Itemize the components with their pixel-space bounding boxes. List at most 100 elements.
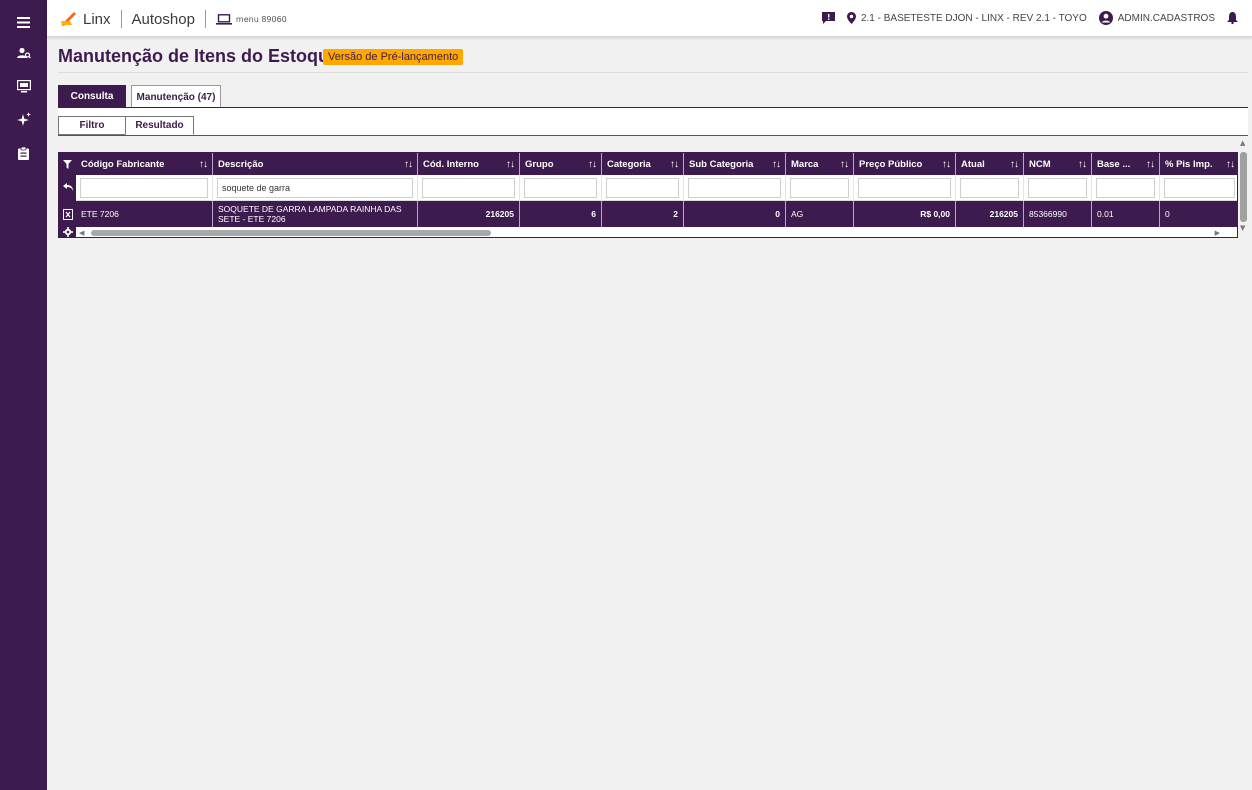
sort-icon[interactable]: ↑↓ — [199, 159, 208, 170]
notifications-button[interactable] — [1227, 12, 1238, 24]
horizontal-scrollbar[interactable]: ◀ ▶ — [76, 227, 1236, 237]
laptop-icon — [215, 13, 232, 25]
vertical-scroll-thumb[interactable] — [1240, 152, 1247, 222]
cell-cod-interno[interactable]: 216205 — [418, 201, 520, 227]
export-excel-icon[interactable] — [59, 207, 76, 221]
scroll-right-icon[interactable]: ▶ — [1215, 229, 1220, 237]
cell-preco-publico[interactable]: R$ 0,00 — [854, 201, 956, 227]
filter-input[interactable] — [606, 178, 679, 198]
filter-input[interactable] — [80, 178, 208, 198]
cell-atual[interactable]: 216205 — [956, 201, 1024, 227]
horizontal-scroll-thumb[interactable] — [91, 230, 491, 236]
sort-icon[interactable]: ↑↓ — [1010, 159, 1019, 170]
sort-icon[interactable]: ↑↓ — [506, 159, 515, 170]
cell-categoria[interactable]: 2 — [602, 201, 684, 227]
subtab-resultado[interactable]: Resultado — [125, 116, 194, 135]
top-right-info: 2.1 - BASETESTE DJON - LINX - REV 2.1 - … — [810, 9, 1238, 27]
filter-input[interactable] — [1096, 178, 1155, 198]
environment-selector[interactable]: 2.1 - BASETESTE DJON - LINX - REV 2.1 - … — [846, 12, 1087, 24]
filter-input[interactable] — [1164, 178, 1235, 198]
filter-cell — [1092, 175, 1160, 201]
sort-icon[interactable]: ↑↓ — [1078, 159, 1087, 170]
column-header[interactable]: Cód. Interno ↑↓ — [418, 153, 520, 175]
results-grid: Código Fabricante ↑↓ Descrição ↑↓ Cód. Int… — [58, 152, 1238, 238]
filter-cell — [1024, 175, 1092, 201]
column-header[interactable]: Grupo ↑↓ — [520, 153, 602, 175]
location-pin-icon — [846, 12, 856, 24]
bell-icon — [1227, 12, 1238, 24]
sort-icon[interactable]: ↑↓ — [772, 159, 781, 170]
cell-pis-imp[interactable]: 0 — [1160, 201, 1237, 227]
tab-consulta[interactable]: Consulta — [58, 85, 126, 108]
filter-input[interactable] — [960, 178, 1019, 198]
sort-icon[interactable]: ↑↓ — [1226, 159, 1235, 170]
table-row[interactable]: ETE 7206 SOQUETE DE GARRA LAMPADA RAINHA… — [76, 201, 1237, 227]
message-alert-icon — [821, 12, 835, 24]
filter-input[interactable] — [790, 178, 849, 198]
column-header[interactable]: NCM ↑↓ — [1024, 153, 1092, 175]
column-header[interactable]: Base ... ↑↓ — [1092, 153, 1160, 175]
sort-icon[interactable]: ↑↓ — [404, 159, 413, 170]
filter-icon[interactable] — [59, 157, 76, 171]
filter-cell — [602, 175, 684, 201]
column-header[interactable]: Descrição ↑↓ — [213, 153, 418, 175]
product-name: Autoshop — [131, 10, 195, 28]
filter-input[interactable] — [1028, 178, 1087, 198]
filter-input[interactable] — [858, 178, 951, 198]
subtab-filtro[interactable]: Filtro — [58, 116, 126, 135]
clipboard-icon[interactable] — [0, 141, 47, 165]
monitor-icon[interactable] — [0, 74, 47, 98]
brand-name: Linx — [83, 10, 111, 28]
column-header[interactable]: Sub Categoria ↑↓ — [684, 153, 786, 175]
sparkles-icon[interactable] — [0, 107, 47, 131]
sort-icon[interactable]: ↑↓ — [840, 159, 849, 170]
tab-manutencao[interactable]: Manutenção (47) — [131, 85, 221, 108]
brand: Linx Autoshop menu 89060 — [61, 9, 287, 29]
cell-marca[interactable]: AG — [786, 201, 854, 227]
user-search-icon[interactable] — [0, 41, 47, 65]
filter-input-descricao[interactable]: soquete de garra — [217, 178, 413, 198]
filter-cell: soquete de garra — [213, 175, 418, 201]
column-header[interactable]: Marca ↑↓ — [786, 153, 854, 175]
feedback-button[interactable] — [821, 12, 835, 24]
column-header[interactable]: Código Fabricante ↑↓ — [76, 153, 213, 175]
vertical-scrollbar[interactable]: ▲ ▼ — [1238, 138, 1250, 238]
brand-divider — [120, 10, 122, 28]
undo-icon[interactable] — [59, 180, 76, 194]
column-header[interactable]: Atual ↑↓ — [956, 153, 1024, 175]
column-header[interactable]: Categoria ↑↓ — [602, 153, 684, 175]
cell-grupo[interactable]: 6 — [520, 201, 602, 227]
settings-gear-icon[interactable] — [59, 225, 76, 237]
column-label: Categoria — [607, 158, 651, 170]
column-header[interactable]: Preço Público ↑↓ — [854, 153, 956, 175]
sort-icon[interactable]: ↑↓ — [942, 159, 951, 170]
filter-input[interactable] — [524, 178, 597, 198]
filter-input[interactable] — [422, 178, 515, 198]
sort-icon[interactable]: ↑↓ — [1146, 159, 1155, 170]
cell-base[interactable]: 0.01 — [1092, 201, 1160, 227]
scroll-up-icon[interactable]: ▲ — [1240, 139, 1245, 147]
grid-gutter — [59, 153, 76, 237]
subtab-panel — [58, 108, 1248, 136]
filter-cell — [786, 175, 854, 201]
user-circle-icon — [1098, 11, 1113, 25]
column-label: Descrição — [218, 158, 264, 170]
user-name: ADMIN.CADASTROS — [1117, 12, 1215, 24]
filter-cell — [520, 175, 602, 201]
filter-input[interactable] — [688, 178, 781, 198]
cell-sub-categoria[interactable]: 0 — [684, 201, 786, 227]
column-label: Base ... — [1097, 158, 1131, 170]
menu-code: menu 89060 — [235, 14, 287, 24]
cell-ncm[interactable]: 85366990 — [1024, 201, 1092, 227]
hamburger-menu-icon[interactable] — [0, 10, 47, 34]
sort-icon[interactable]: ↑↓ — [670, 159, 679, 170]
cell-descricao[interactable]: SOQUETE DE GARRA LAMPADA RAINHA DAS SETE… — [213, 201, 418, 227]
product-divider — [204, 10, 206, 28]
user-menu[interactable]: ADMIN.CADASTROS — [1098, 11, 1215, 25]
scroll-left-icon[interactable]: ◀ — [79, 229, 84, 237]
cell-codigo-fabricante[interactable]: ETE 7206 — [76, 201, 213, 227]
column-header[interactable]: % Pis Imp. ↑↓ — [1160, 153, 1237, 175]
linx-logo-icon — [61, 12, 76, 26]
scroll-down-icon[interactable]: ▼ — [1240, 224, 1245, 232]
sort-icon[interactable]: ↑↓ — [588, 159, 597, 170]
